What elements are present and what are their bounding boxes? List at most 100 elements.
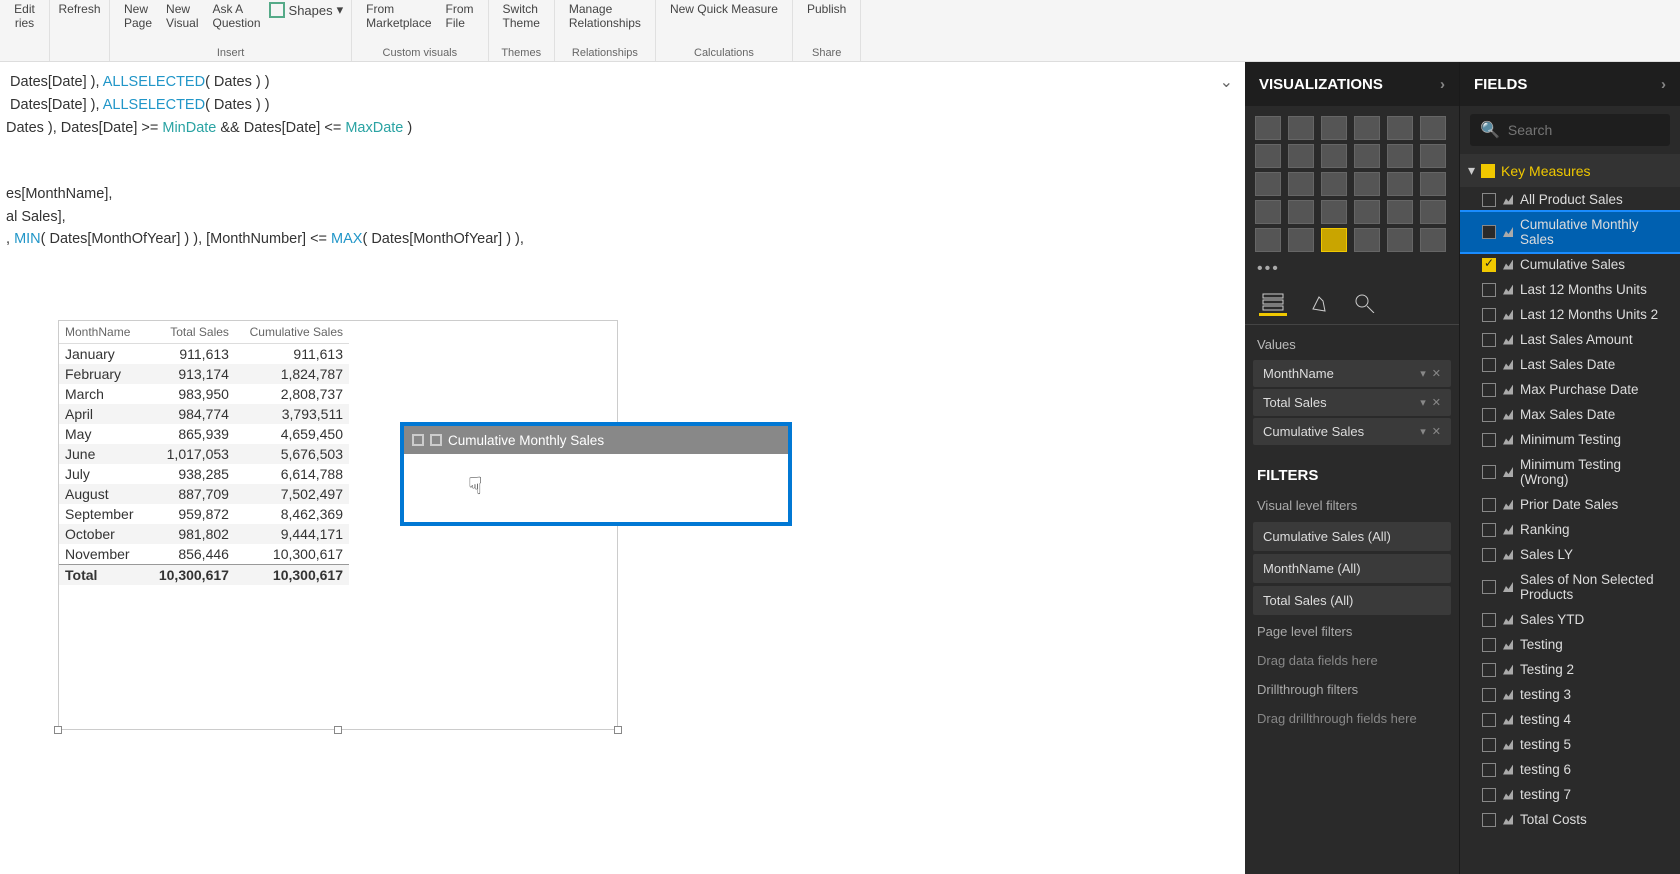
field-checkbox[interactable] bbox=[1482, 193, 1496, 207]
field-checkbox[interactable] bbox=[1482, 663, 1496, 677]
field-item[interactable]: Total Costs bbox=[1460, 807, 1680, 832]
viz-type-icon[interactable] bbox=[1255, 200, 1281, 224]
field-checkbox[interactable] bbox=[1482, 548, 1496, 562]
field-item[interactable]: Last 12 Months Units 2 bbox=[1460, 302, 1680, 327]
field-item[interactable]: Testing bbox=[1460, 632, 1680, 657]
field-checkbox[interactable] bbox=[1482, 333, 1496, 347]
field-item[interactable]: Cumulative Monthly Sales bbox=[1460, 212, 1680, 252]
card-visual-dragging[interactable]: Cumulative Monthly Sales bbox=[400, 422, 792, 526]
analytics-tab[interactable] bbox=[1351, 290, 1379, 316]
field-well[interactable]: Cumulative Sales▾✕ bbox=[1253, 418, 1451, 445]
field-checkbox[interactable] bbox=[1482, 638, 1496, 652]
field-checkbox[interactable] bbox=[1482, 283, 1496, 297]
manage-relationships-button[interactable]: Manage Relationships bbox=[563, 2, 647, 31]
filter-item[interactable]: Cumulative Sales (All) bbox=[1253, 522, 1451, 551]
viz-type-icon[interactable] bbox=[1288, 144, 1314, 168]
field-item[interactable]: Sales LY bbox=[1460, 542, 1680, 567]
viz-type-icon[interactable] bbox=[1321, 228, 1347, 252]
column-header[interactable]: Cumulative Sales bbox=[235, 321, 349, 344]
field-item[interactable]: All Product Sales bbox=[1460, 187, 1680, 212]
field-checkbox[interactable] bbox=[1482, 613, 1496, 627]
dropdown-icon[interactable]: ▾ bbox=[1420, 425, 1426, 438]
field-item[interactable]: Sales of Non Selected Products bbox=[1460, 567, 1680, 607]
field-checkbox[interactable] bbox=[1482, 225, 1496, 239]
table-row[interactable]: January911,613911,613 bbox=[59, 344, 349, 365]
new-visual-button[interactable]: New Visual bbox=[160, 2, 204, 31]
viz-type-icon[interactable] bbox=[1354, 144, 1380, 168]
table-row[interactable]: June1,017,0535,676,503 bbox=[59, 444, 349, 464]
viz-type-icon[interactable] bbox=[1288, 200, 1314, 224]
field-item[interactable]: Minimum Testing bbox=[1460, 427, 1680, 452]
field-checkbox[interactable] bbox=[1482, 408, 1496, 422]
viz-type-icon[interactable] bbox=[1321, 144, 1347, 168]
visualizations-header[interactable]: VISUALIZATIONS› bbox=[1245, 62, 1459, 106]
table-row[interactable]: October981,8029,444,171 bbox=[59, 524, 349, 544]
viz-type-icon[interactable] bbox=[1354, 228, 1380, 252]
filter-item[interactable]: Total Sales (All) bbox=[1253, 586, 1451, 615]
field-checkbox[interactable] bbox=[1482, 433, 1496, 447]
dropdown-icon[interactable]: ▾ bbox=[1420, 396, 1426, 409]
field-checkbox[interactable] bbox=[1482, 738, 1496, 752]
field-item[interactable]: Last Sales Date bbox=[1460, 352, 1680, 377]
field-item[interactable]: Max Purchase Date bbox=[1460, 377, 1680, 402]
resize-handle[interactable] bbox=[54, 726, 62, 734]
field-checkbox[interactable] bbox=[1482, 258, 1496, 272]
viz-type-icon[interactable] bbox=[1354, 116, 1380, 140]
table-row[interactable]: August887,7097,502,497 bbox=[59, 484, 349, 504]
remove-icon[interactable]: ✕ bbox=[1432, 396, 1441, 409]
column-header[interactable]: MonthName bbox=[59, 321, 146, 344]
viz-type-icon[interactable] bbox=[1387, 116, 1413, 140]
column-header[interactable]: Total Sales bbox=[146, 321, 235, 344]
viz-type-icon[interactable] bbox=[1420, 200, 1446, 224]
viz-type-icon[interactable] bbox=[1387, 172, 1413, 196]
viz-type-icon[interactable] bbox=[1255, 116, 1281, 140]
collapse-formula-icon[interactable]: ⌄ bbox=[1220, 72, 1233, 92]
field-checkbox[interactable] bbox=[1482, 523, 1496, 537]
formula-bar[interactable]: Dates[Date] ), ALLSELECTED( Dates ) ) Da… bbox=[0, 62, 1245, 258]
field-well[interactable]: Total Sales▾✕ bbox=[1253, 389, 1451, 416]
field-item[interactable]: testing 5 bbox=[1460, 732, 1680, 757]
drag-hint[interactable]: Drag drillthrough fields here bbox=[1245, 703, 1459, 734]
remove-icon[interactable]: ✕ bbox=[1432, 367, 1441, 380]
field-checkbox[interactable] bbox=[1482, 788, 1496, 802]
field-item[interactable]: Last Sales Amount bbox=[1460, 327, 1680, 352]
field-item[interactable]: Minimum Testing (Wrong) bbox=[1460, 452, 1680, 492]
table-key-measures[interactable]: ▾ Key Measures bbox=[1460, 154, 1680, 187]
viz-type-icon[interactable] bbox=[1255, 144, 1281, 168]
format-tab[interactable] bbox=[1305, 290, 1333, 316]
search-input[interactable] bbox=[1508, 122, 1680, 138]
field-checkbox[interactable] bbox=[1482, 465, 1496, 479]
viz-type-icon[interactable] bbox=[1288, 116, 1314, 140]
field-item[interactable]: testing 3 bbox=[1460, 682, 1680, 707]
viz-type-icon[interactable] bbox=[1288, 172, 1314, 196]
viz-type-icon[interactable] bbox=[1387, 200, 1413, 224]
viz-type-icon[interactable] bbox=[1354, 172, 1380, 196]
shapes-dropdown[interactable]: Shapes▾ bbox=[269, 2, 344, 18]
viz-type-icon[interactable] bbox=[1354, 200, 1380, 224]
field-item[interactable]: Testing 2 bbox=[1460, 657, 1680, 682]
viz-type-icon[interactable] bbox=[1255, 228, 1281, 252]
field-item[interactable]: Prior Date Sales bbox=[1460, 492, 1680, 517]
drag-hint[interactable]: Drag data fields here bbox=[1245, 645, 1459, 676]
table-row[interactable]: February913,1741,824,787 bbox=[59, 364, 349, 384]
field-item[interactable]: Last 12 Months Units bbox=[1460, 277, 1680, 302]
more-visuals-icon[interactable]: ••• bbox=[1245, 256, 1459, 282]
from-marketplace-button[interactable]: From Marketplace bbox=[360, 2, 437, 31]
viz-type-icon[interactable] bbox=[1420, 228, 1446, 252]
field-item[interactable]: testing 7 bbox=[1460, 782, 1680, 807]
table-row[interactable]: July938,2856,614,788 bbox=[59, 464, 349, 484]
resize-handle[interactable] bbox=[614, 726, 622, 734]
field-item[interactable]: Max Sales Date bbox=[1460, 402, 1680, 427]
viz-type-icon[interactable] bbox=[1321, 200, 1347, 224]
table-row[interactable]: November856,44610,300,617 bbox=[59, 544, 349, 565]
field-checkbox[interactable] bbox=[1482, 498, 1496, 512]
refresh-button[interactable]: Refresh bbox=[52, 2, 106, 16]
table-row[interactable]: May865,9394,659,450 bbox=[59, 424, 349, 444]
publish-button[interactable]: Publish bbox=[801, 2, 852, 16]
field-checkbox[interactable] bbox=[1482, 383, 1496, 397]
filter-item[interactable]: MonthName (All) bbox=[1253, 554, 1451, 583]
field-checkbox[interactable] bbox=[1482, 688, 1496, 702]
field-item[interactable]: testing 4 bbox=[1460, 707, 1680, 732]
dropdown-icon[interactable]: ▾ bbox=[1420, 367, 1426, 380]
remove-icon[interactable]: ✕ bbox=[1432, 425, 1441, 438]
